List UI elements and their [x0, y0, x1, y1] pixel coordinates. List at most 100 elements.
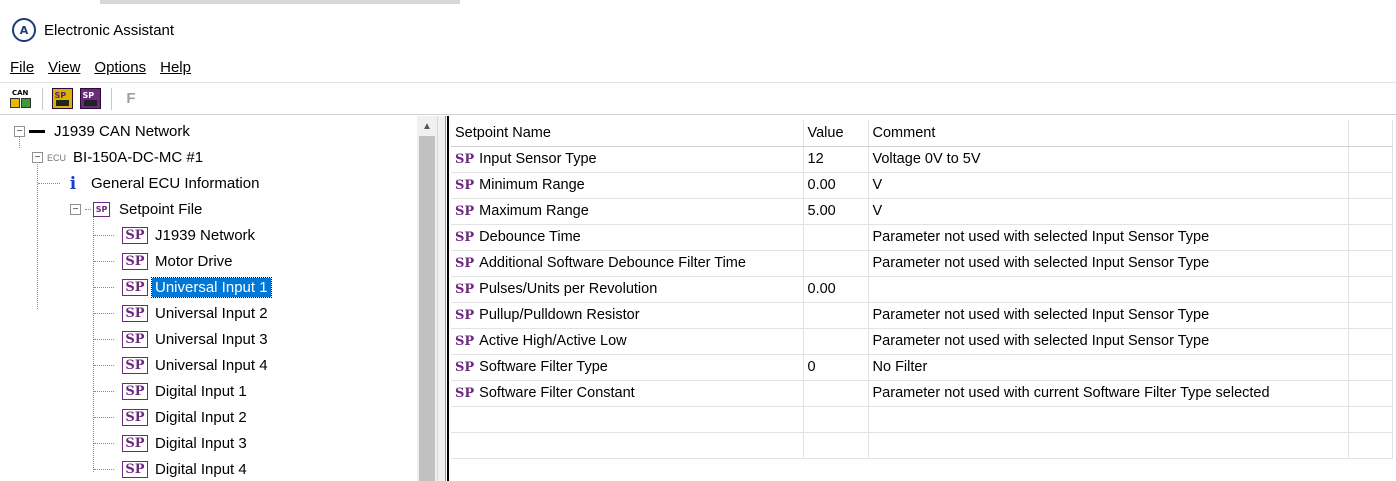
tree-item-label: Universal Input 3: [155, 331, 268, 348]
menu-help[interactable]: Help: [160, 59, 191, 76]
setpoint-value[interactable]: 0: [803, 354, 869, 381]
setpoint-icon: SP: [122, 461, 148, 478]
tree-item-universal-input-2[interactable]: SP Universal Input 2: [94, 301, 271, 326]
table-row[interactable]: SP Software Filter Constant Parameter not…: [451, 380, 1393, 407]
filler-cell: [1348, 276, 1393, 303]
setpoint-name-cell: SP Debounce Time: [451, 224, 804, 251]
setpoint-name: Software Filter Type: [479, 359, 608, 375]
grid-border: [447, 116, 449, 481]
setpoint-name: Pullup/Pulldown Resistor: [479, 307, 640, 323]
save-setpoint-button[interactable]: SP: [77, 86, 103, 112]
setpoint-name: Input Sensor Type: [479, 151, 597, 167]
title-bar: A Electronic Assistant: [0, 8, 1396, 52]
setpoint-value[interactable]: 0.00: [803, 276, 869, 303]
tree-scrollbar[interactable]: ▲: [417, 116, 437, 481]
disk-shape: [55, 100, 69, 106]
header-value[interactable]: Value: [803, 120, 869, 147]
setpoint-comment: Parameter not used with selected Input S…: [868, 224, 1349, 251]
table-row[interactable]: SP Active High/Active Low Parameter not u…: [451, 328, 1393, 355]
setpoint-name-cell: SP Software Filter Constant: [451, 380, 804, 407]
tree-item-label-selected: Universal Input 1: [151, 277, 272, 298]
can-connect-button[interactable]: CAN: [8, 86, 34, 112]
tree-label-network: J1939 CAN Network: [54, 123, 190, 140]
toolbar: CAN SP SP F: [0, 82, 1396, 115]
setpoint-value[interactable]: 5.00: [803, 198, 869, 225]
tree-item-digital-input-2[interactable]: SP Digital Input 2: [94, 405, 250, 430]
tree-node-network[interactable]: − J1939 CAN Network: [14, 119, 193, 144]
pane-splitter[interactable]: [437, 116, 445, 481]
setpoint-icon: SP: [455, 230, 475, 245]
tree-connector: [94, 287, 114, 288]
setpoint-icon: SP: [455, 308, 475, 323]
setpoint-name: Additional Software Debounce Filter Time: [479, 255, 746, 271]
tree-item-label: Universal Input 4: [155, 357, 268, 374]
top-edge: [0, 0, 1396, 8]
table-row[interactable]: SP Maximum Range 5.00 V: [451, 198, 1393, 225]
table-row[interactable]: SP Additional Software Debounce Filter Ti…: [451, 250, 1393, 277]
setpoint-comment: Parameter not used with selected Input S…: [868, 302, 1349, 329]
menu-file[interactable]: File: [10, 59, 34, 76]
flash-button[interactable]: F: [118, 86, 144, 112]
setpoint-icon: SP: [455, 152, 475, 167]
setpoint-value[interactable]: [803, 328, 869, 355]
tree-item-universal-input-3[interactable]: SP Universal Input 3: [94, 327, 271, 352]
menu-view[interactable]: View: [48, 59, 80, 76]
setpoint-value[interactable]: [803, 250, 869, 277]
empty-cell: [803, 406, 869, 433]
setpoint-value[interactable]: [803, 224, 869, 251]
filler-cell: [1348, 224, 1393, 251]
setpoint-value[interactable]: 0.00: [803, 172, 869, 199]
menu-options[interactable]: Options: [94, 59, 146, 76]
tree-node-setpoint-file[interactable]: − SP Setpoint File: [70, 197, 205, 222]
scroll-up-arrow-icon[interactable]: ▲: [417, 116, 437, 136]
tree-node-general-info[interactable]: i General ECU Information: [38, 171, 262, 196]
scroll-thumb[interactable]: [419, 136, 435, 481]
collapse-icon[interactable]: −: [14, 126, 25, 137]
tree-node-ecu[interactable]: − ECU BI-150A-DC-MC #1: [32, 145, 206, 170]
tree-item-j1939-network[interactable]: SP J1939 Network: [94, 223, 258, 248]
can-icon-label: CAN: [12, 88, 29, 97]
collapse-icon[interactable]: −: [32, 152, 43, 163]
tree-item-digital-input-1[interactable]: SP Digital Input 1: [94, 379, 250, 404]
flash-icon: F: [126, 90, 136, 107]
menu-file-label: File: [10, 58, 35, 76]
setpoint-icon: SP: [455, 334, 475, 349]
header-comment[interactable]: Comment: [868, 120, 1349, 147]
setpoint-value[interactable]: [803, 302, 869, 329]
table-row[interactable]: SP Input Sensor Type 12 Voltage 0V to 5V: [451, 146, 1393, 173]
table-row[interactable]: SP Software Filter Type 0 No Filter: [451, 354, 1393, 381]
tree-connector: [94, 261, 114, 262]
can-icon: CAN: [10, 89, 32, 109]
setpoint-open-icon-label: SP: [54, 91, 67, 100]
tree-connector: [85, 209, 91, 210]
toolbar-separator: [111, 87, 112, 110]
table-row[interactable]: SP Pulses/Units per Revolution 0.00: [451, 276, 1393, 303]
tree-item-universal-input-1[interactable]: SP Universal Input 1: [94, 275, 272, 300]
empty-row: [451, 432, 1393, 459]
setpoint-icon: SP: [455, 204, 475, 219]
table-row[interactable]: SP Pullup/Pulldown Resistor Parameter not…: [451, 302, 1393, 329]
table-row[interactable]: SP Debounce Time Parameter not used with …: [451, 224, 1393, 251]
tree-item-universal-input-4[interactable]: SP Universal Input 4: [94, 353, 271, 378]
setpoint-value[interactable]: 12: [803, 146, 869, 173]
tree-item-motor-drive[interactable]: SP Motor Drive: [94, 249, 236, 274]
tree-item-digital-input-3[interactable]: SP Digital Input 3: [94, 431, 250, 456]
setpoint-icon: SP: [122, 409, 148, 426]
filler-cell: [1348, 380, 1393, 407]
setpoint-comment: No Filter: [868, 354, 1349, 381]
collapse-icon[interactable]: −: [70, 204, 81, 215]
open-setpoint-button[interactable]: SP: [49, 86, 75, 112]
tree-connector: [94, 339, 114, 340]
setpoint-icon: SP: [455, 386, 475, 401]
tree-connector: [94, 443, 114, 444]
tree-label-ecu: BI-150A-DC-MC #1: [73, 149, 204, 166]
setpoint-file-icon: SP: [93, 202, 110, 217]
table-row[interactable]: SP Minimum Range 0.00 V: [451, 172, 1393, 199]
tree-item-digital-input-4[interactable]: SP Digital Input 4: [94, 457, 250, 481]
setpoint-name: Maximum Range: [479, 203, 589, 219]
setpoint-icon: SP: [122, 331, 148, 348]
tree-connector: [94, 417, 114, 418]
header-setpoint-name[interactable]: Setpoint Name: [451, 120, 804, 147]
setpoint-icon: SP: [122, 357, 148, 374]
setpoint-value[interactable]: [803, 380, 869, 407]
